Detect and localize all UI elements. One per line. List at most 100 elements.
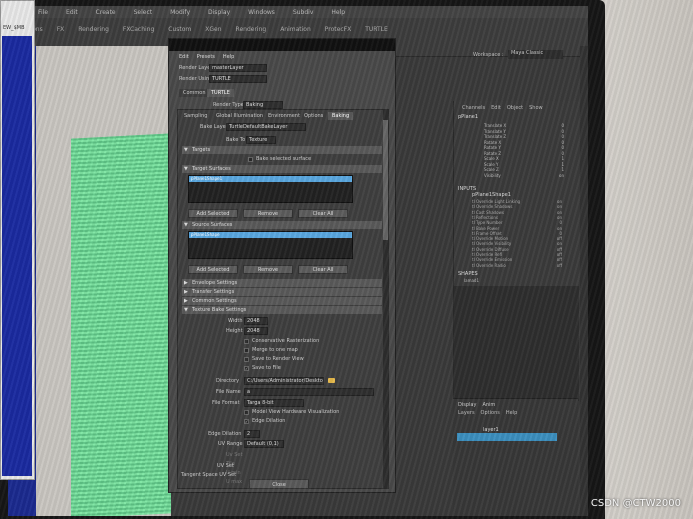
layer-menu-item[interactable]: Help — [506, 410, 517, 416]
dialog-scrollbar[interactable] — [383, 110, 388, 488]
input-row[interactable]: tl Override Visibility on — [472, 241, 562, 246]
file-format-select[interactable]: Targa 8-bit — [244, 399, 304, 407]
section-output[interactable]: ▼ Texture Bake Settings — [182, 306, 382, 314]
input-value[interactable]: on — [557, 226, 562, 231]
menu-item[interactable]: Help — [331, 9, 345, 16]
section-transfer[interactable]: ▶ Transfer Settings — [182, 288, 382, 296]
shelf-tab[interactable]: Rendering — [78, 26, 109, 33]
input-value[interactable]: off — [557, 252, 562, 257]
folder-icon[interactable] — [328, 378, 335, 383]
section-target-surfaces[interactable]: ▼ Target Surfaces — [182, 165, 382, 173]
tab-turtle[interactable]: TURTLE — [207, 89, 234, 97]
channel-value[interactable]: 1 — [561, 156, 564, 161]
menu-item[interactable]: Modify — [170, 9, 190, 16]
input-row[interactable]: tl Override Light Linking on — [472, 199, 562, 204]
section-common[interactable]: ▶ Common Settings — [182, 297, 382, 305]
viewport[interactable] — [36, 46, 171, 516]
menu-item[interactable]: Create — [96, 9, 116, 16]
channel-row[interactable]: Scale X 1 — [484, 156, 564, 161]
input-row[interactable]: tl Type Number 0 — [472, 220, 562, 225]
channel-row[interactable]: Visibility on — [484, 173, 564, 178]
layer-menu-item[interactable]: Options — [481, 410, 500, 416]
bake-selected-checkbox[interactable] — [248, 157, 253, 162]
channel-row[interactable]: Translate X 0 — [484, 123, 564, 128]
input-value[interactable]: on — [557, 199, 562, 204]
channel-row[interactable]: Rotate Z 0 — [484, 151, 564, 156]
height-field[interactable]: 2048 — [244, 327, 268, 335]
layer-tab-anim[interactable]: Anim — [482, 402, 495, 408]
input-value[interactable]: on — [557, 215, 562, 220]
menu-item[interactable]: File — [38, 9, 48, 16]
channel-menu-item[interactable]: Channels — [462, 105, 485, 111]
input-row[interactable]: tl Override Radio off — [472, 263, 562, 268]
subtab-global-illumination[interactable]: Global Illumination — [212, 112, 268, 120]
target-add-selected-button[interactable]: Add Selected — [188, 209, 238, 218]
shelf-tab[interactable]: Custom — [168, 26, 191, 33]
directory-field[interactable]: C:/Users/Administrator/Desktop/ — [244, 377, 324, 385]
channel-value[interactable]: 0 — [561, 140, 564, 145]
channel-row[interactable]: Translate Y 0 — [484, 129, 564, 134]
target-remove-button[interactable]: Remove — [243, 209, 293, 218]
layer-tab-display[interactable]: Display — [458, 402, 476, 408]
hardware-visualization-checkbox[interactable] — [244, 410, 249, 415]
section-envelope[interactable]: ▶ Envelope Settings — [182, 279, 382, 287]
input-value[interactable]: on — [557, 210, 562, 215]
save-render-view-checkbox[interactable] — [244, 357, 249, 362]
channel-value[interactable]: 0 — [561, 129, 564, 134]
channel-value[interactable]: 0 — [561, 145, 564, 150]
shelf-tab[interactable]: FX — [57, 26, 65, 33]
uv-range-select[interactable]: Default (0,1) — [244, 440, 284, 448]
input-value[interactable]: off — [557, 236, 562, 241]
layer-menu-item[interactable]: Layers — [458, 410, 475, 416]
source-add-selected-button[interactable]: Add Selected — [188, 265, 238, 274]
menu-item[interactable]: Select — [134, 9, 153, 16]
input-value[interactable]: 0 — [559, 220, 562, 225]
green-plane-object[interactable] — [71, 133, 171, 516]
input-row[interactable]: tl Override Refl off — [472, 252, 562, 257]
menu-item[interactable]: Windows — [248, 9, 275, 16]
source-surface-item[interactable]: pPlane1Shape — [189, 232, 352, 238]
tab-common[interactable]: Common — [179, 89, 210, 97]
input-row[interactable]: tl Override Motion off — [472, 236, 562, 241]
input-row[interactable]: tl Override Shadows on — [472, 204, 562, 209]
shelf-tab[interactable]: XGen — [205, 26, 221, 33]
conservative-rasterization-checkbox[interactable] — [244, 339, 249, 344]
channel-value[interactable]: 1 — [561, 167, 564, 172]
channel-value[interactable]: on — [559, 173, 564, 178]
subtab-sampling[interactable]: Sampling — [180, 112, 212, 120]
layer-row[interactable] — [457, 433, 557, 441]
shelf-tab[interactable]: Animation — [280, 26, 311, 33]
render-layer-select[interactable]: masterLayer — [209, 64, 267, 72]
render-using-select[interactable]: TURTLE — [209, 75, 267, 83]
menu-item[interactable]: Edit — [66, 9, 78, 16]
shelf-tab[interactable]: Rendering — [236, 26, 267, 33]
section-targets[interactable]: ▼ Targets — [182, 146, 382, 154]
shelf-tab[interactable]: FXCaching — [123, 26, 154, 33]
dialog-menu-help[interactable]: Help — [223, 54, 234, 60]
input-value[interactable]: 0 — [559, 231, 562, 236]
channel-row[interactable]: Translate Z 0 — [484, 134, 564, 139]
edge-dilation-checkbox[interactable]: ✓ — [244, 419, 249, 424]
shelf-tab[interactable]: ProtecFX — [325, 26, 351, 33]
input-row[interactable]: tl Frame Offset 0 — [472, 231, 562, 236]
file-name-field[interactable]: a — [244, 388, 374, 396]
dialog-title-bar[interactable] — [169, 39, 395, 51]
source-clear-all-button[interactable]: Clear All — [298, 265, 348, 274]
close-button[interactable]: Close — [249, 479, 309, 489]
dialog-menu-presets[interactable]: Presets — [197, 54, 215, 60]
channel-value[interactable]: 0 — [561, 151, 564, 156]
input-value[interactable]: on — [557, 204, 562, 209]
source-surfaces-list[interactable]: pPlane1Shape — [188, 231, 353, 259]
input-value[interactable]: on — [557, 241, 562, 246]
target-clear-all-button[interactable]: Clear All — [298, 209, 348, 218]
save-to-file-checkbox[interactable]: ✓ — [244, 366, 249, 371]
channel-value[interactable]: 0 — [561, 123, 564, 128]
target-surfaces-list[interactable]: pPlane1Shape1 — [188, 175, 353, 203]
merge-one-map-checkbox[interactable] — [244, 348, 249, 353]
menu-item[interactable]: Display — [208, 9, 230, 16]
bake-to-select[interactable]: Texture — [246, 136, 276, 144]
dialog-scroll-thumb[interactable] — [383, 120, 388, 240]
subtab-environment[interactable]: Environment — [264, 112, 304, 120]
subtab-baking[interactable]: Baking — [328, 112, 354, 120]
dialog-menu-edit[interactable]: Edit — [179, 54, 189, 60]
